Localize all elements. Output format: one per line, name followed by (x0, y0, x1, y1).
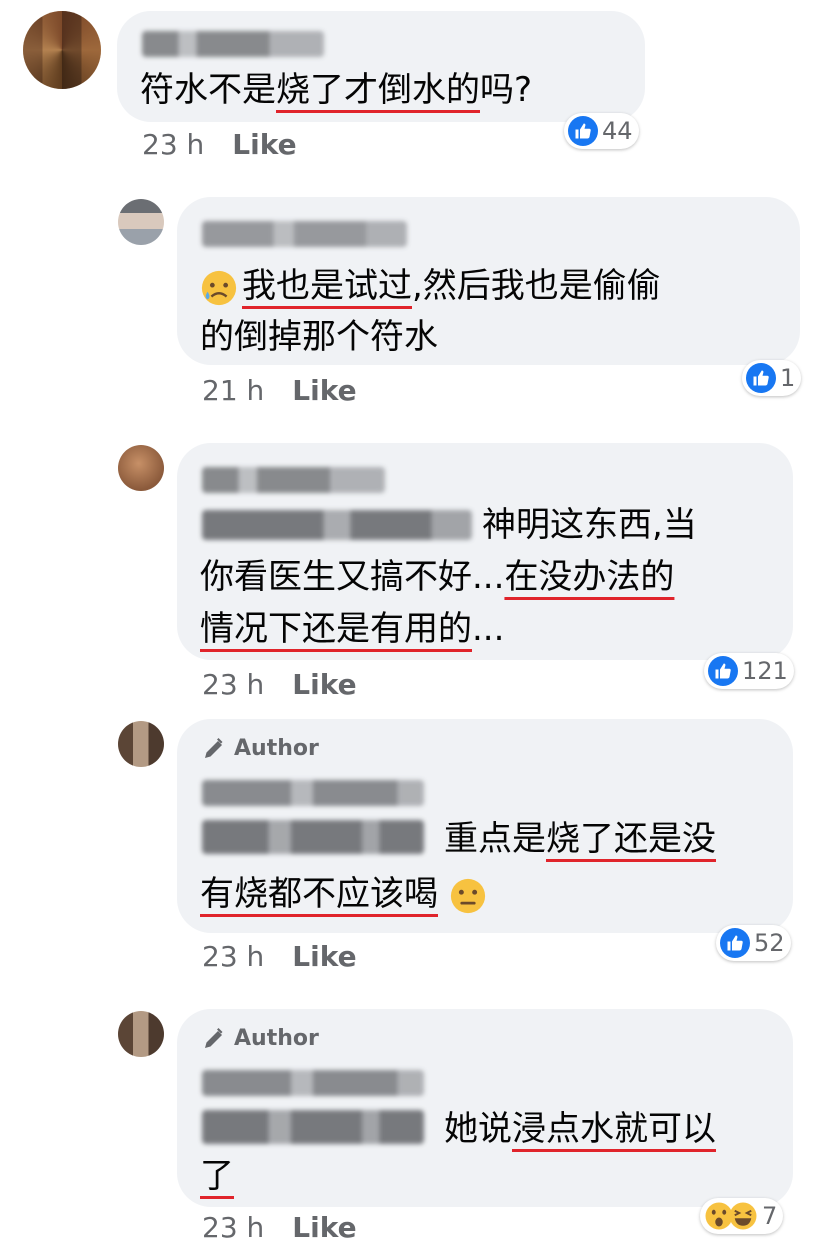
comment-text: 了 (200, 1156, 234, 1196)
comment-meta: 21 h Like (202, 374, 357, 407)
avatar[interactable] (118, 445, 164, 491)
timestamp[interactable]: 23 h (202, 1211, 264, 1244)
commenter-name[interactable] (202, 780, 424, 806)
avatar[interactable] (118, 721, 164, 767)
comment-text: 重点是烧了还是没 (444, 819, 716, 859)
timestamp[interactable]: 21 h (202, 374, 264, 407)
commenter-name[interactable] (202, 467, 385, 493)
avatar[interactable] (23, 11, 101, 89)
tagged-user[interactable] (202, 820, 424, 854)
comment-text: 情况下还是有用的... (200, 609, 505, 649)
comment-meta: 23 h Like (202, 668, 357, 701)
pen-icon (205, 1027, 223, 1048)
thumbs-up-icon (708, 656, 738, 686)
commenter-name[interactable] (202, 1070, 424, 1096)
tagged-user[interactable] (202, 1110, 424, 1144)
reaction-count: 44 (602, 117, 633, 145)
comment-text: 你看医生又搞不好...在没办法的 (200, 557, 675, 597)
like-button[interactable]: Like (292, 374, 356, 407)
timestamp[interactable]: 23 h (142, 128, 204, 161)
timestamp[interactable]: 23 h (202, 940, 264, 973)
reaction-badge[interactable]: 44 (564, 113, 639, 149)
thumbs-up-icon (568, 116, 598, 146)
tagged-user[interactable] (202, 510, 472, 540)
comment-meta: 23 h Like (202, 940, 357, 973)
comment-text: 神明这东西,当 (482, 505, 697, 545)
comment-text: 她说浸点水就可以 (444, 1109, 716, 1149)
comment-text: 符水不是烧了才倒水的吗? (140, 70, 533, 110)
commenter-name[interactable] (142, 31, 324, 57)
author-badge: Author (202, 1026, 319, 1051)
reaction-badge[interactable]: 1 (742, 360, 802, 396)
comment-text: 有烧都不应该喝 (200, 866, 487, 922)
like-button[interactable]: Like (292, 668, 356, 701)
pen-icon (205, 737, 223, 758)
laughing-emoji-icon (729, 1202, 757, 1230)
comment-text: 的倒掉那个符水 (200, 317, 438, 357)
avatar[interactable] (118, 199, 164, 245)
comment-meta: 23 h Like (142, 128, 297, 161)
neutral-face-emoji-icon (450, 878, 485, 913)
reaction-count: 1 (780, 364, 796, 392)
reaction-badge[interactable]: 7 (700, 1198, 784, 1234)
avatar[interactable] (118, 1011, 164, 1057)
reaction-count: 121 (742, 657, 788, 685)
reaction-badge[interactable]: 52 (716, 925, 791, 961)
sad-face-emoji-icon (201, 270, 237, 305)
thumbs-up-icon (746, 363, 776, 393)
reaction-count: 7 (762, 1202, 778, 1230)
comment-text: 我也是试过,然后我也是偷偷 (200, 258, 661, 314)
reaction-count: 52 (754, 929, 785, 957)
timestamp[interactable]: 23 h (202, 668, 264, 701)
like-button[interactable]: Like (292, 1211, 356, 1244)
like-button[interactable]: Like (232, 128, 296, 161)
commenter-name[interactable] (202, 221, 407, 247)
comment-meta: 23 h Like (202, 1211, 357, 1244)
like-button[interactable]: Like (292, 940, 356, 973)
reaction-badge[interactable]: 121 (704, 653, 794, 689)
thumbs-up-icon (720, 928, 750, 958)
author-badge: Author (202, 736, 319, 761)
